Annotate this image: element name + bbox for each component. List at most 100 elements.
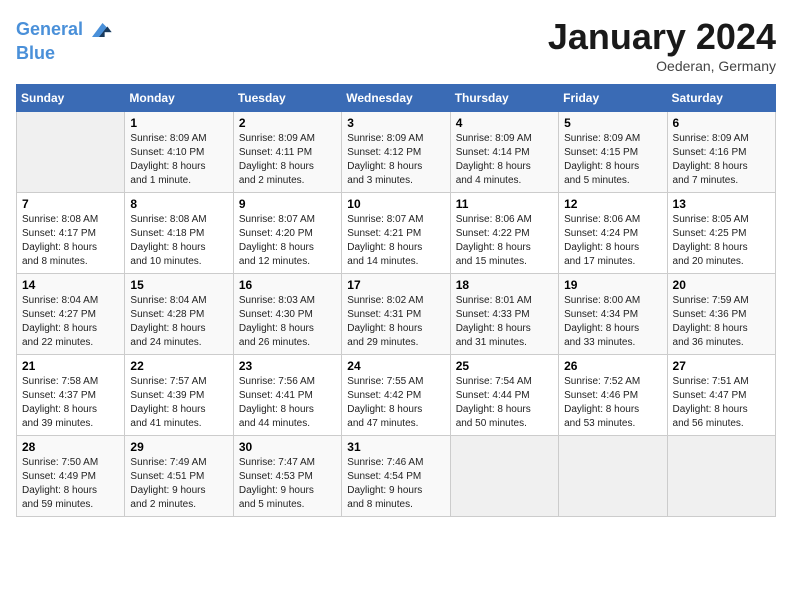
calendar-cell: 5 Sunrise: 8:09 AM Sunset: 4:15 PM Daylig… bbox=[559, 112, 667, 193]
day-info: Sunrise: 8:00 AM Sunset: 4:34 PM Dayligh… bbox=[564, 294, 661, 350]
day-number: 17 bbox=[347, 278, 444, 292]
day-info: Sunrise: 8:09 AM Sunset: 4:11 PM Dayligh… bbox=[239, 132, 336, 188]
day-info: Sunrise: 8:05 AM Sunset: 4:25 PM Dayligh… bbox=[673, 213, 770, 269]
day-number: 31 bbox=[347, 440, 444, 454]
day-number: 16 bbox=[239, 278, 336, 292]
calendar-cell: 22Sunrise: 7:57 AM Sunset: 4:39 PM Dayli… bbox=[125, 355, 233, 436]
day-header-friday: Friday bbox=[559, 85, 667, 112]
logo-text: General bbox=[16, 20, 83, 40]
day-info: Sunrise: 8:04 AM Sunset: 4:27 PM Dayligh… bbox=[22, 294, 119, 350]
logo-icon bbox=[85, 16, 113, 44]
day-header-thursday: Thursday bbox=[450, 85, 558, 112]
day-info: Sunrise: 7:54 AM Sunset: 4:44 PM Dayligh… bbox=[456, 375, 553, 431]
day-number: 7 bbox=[22, 197, 119, 211]
day-info: Sunrise: 8:06 AM Sunset: 4:24 PM Dayligh… bbox=[564, 213, 661, 269]
day-info: Sunrise: 8:01 AM Sunset: 4:33 PM Dayligh… bbox=[456, 294, 553, 350]
day-info: Sunrise: 7:59 AM Sunset: 4:36 PM Dayligh… bbox=[673, 294, 770, 350]
location: Oederan, Germany bbox=[548, 58, 776, 74]
day-info: Sunrise: 7:55 AM Sunset: 4:42 PM Dayligh… bbox=[347, 375, 444, 431]
day-info: Sunrise: 8:09 AM Sunset: 4:15 PM Dayligh… bbox=[564, 132, 661, 188]
day-info: Sunrise: 7:49 AM Sunset: 4:51 PM Dayligh… bbox=[130, 456, 227, 512]
day-number: 5 bbox=[564, 116, 661, 130]
day-info: Sunrise: 8:09 AM Sunset: 4:12 PM Dayligh… bbox=[347, 132, 444, 188]
day-number: 2 bbox=[239, 116, 336, 130]
calendar-cell: 17 Sunrise: 8:02 AM Sunset: 4:31 PM Dayli… bbox=[342, 274, 450, 355]
day-number: 28 bbox=[22, 440, 119, 454]
day-info: Sunrise: 7:52 AM Sunset: 4:46 PM Dayligh… bbox=[564, 375, 661, 431]
day-info: Sunrise: 8:08 AM Sunset: 4:18 PM Dayligh… bbox=[130, 213, 227, 269]
calendar-cell: 20 Sunrise: 7:59 AM Sunset: 4:36 PM Dayli… bbox=[667, 274, 775, 355]
calendar-cell bbox=[667, 436, 775, 517]
calendar-cell: 19 Sunrise: 8:00 AM Sunset: 4:34 PM Dayli… bbox=[559, 274, 667, 355]
day-number: 10 bbox=[347, 197, 444, 211]
calendar-cell: 1Sunrise: 8:09 AM Sunset: 4:10 PM Daylig… bbox=[125, 112, 233, 193]
calendar-cell: 4 Sunrise: 8:09 AM Sunset: 4:14 PM Daylig… bbox=[450, 112, 558, 193]
day-info: Sunrise: 7:46 AM Sunset: 4:54 PM Dayligh… bbox=[347, 456, 444, 512]
day-number: 21 bbox=[22, 359, 119, 373]
day-header-saturday: Saturday bbox=[667, 85, 775, 112]
day-number: 19 bbox=[564, 278, 661, 292]
calendar-cell: 15 Sunrise: 8:04 AM Sunset: 4:28 PM Dayli… bbox=[125, 274, 233, 355]
day-number: 23 bbox=[239, 359, 336, 373]
day-info: Sunrise: 8:09 AM Sunset: 4:14 PM Dayligh… bbox=[456, 132, 553, 188]
day-number: 6 bbox=[673, 116, 770, 130]
calendar-cell bbox=[450, 436, 558, 517]
day-info: Sunrise: 8:08 AM Sunset: 4:17 PM Dayligh… bbox=[22, 213, 119, 269]
day-info: Sunrise: 8:03 AM Sunset: 4:30 PM Dayligh… bbox=[239, 294, 336, 350]
calendar-cell: 25 Sunrise: 7:54 AM Sunset: 4:44 PM Dayli… bbox=[450, 355, 558, 436]
day-info: Sunrise: 8:09 AM Sunset: 4:16 PM Dayligh… bbox=[673, 132, 770, 188]
day-header-wednesday: Wednesday bbox=[342, 85, 450, 112]
day-info: Sunrise: 7:50 AM Sunset: 4:49 PM Dayligh… bbox=[22, 456, 119, 512]
calendar-cell: 26 Sunrise: 7:52 AM Sunset: 4:46 PM Dayli… bbox=[559, 355, 667, 436]
calendar-cell: 8 Sunrise: 8:08 AM Sunset: 4:18 PM Daylig… bbox=[125, 193, 233, 274]
day-number: 29 bbox=[130, 440, 227, 454]
calendar-cell bbox=[559, 436, 667, 517]
day-number: 9 bbox=[239, 197, 336, 211]
day-info: Sunrise: 7:56 AM Sunset: 4:41 PM Dayligh… bbox=[239, 375, 336, 431]
day-number: 3 bbox=[347, 116, 444, 130]
day-number: 18 bbox=[456, 278, 553, 292]
day-number: 15 bbox=[130, 278, 227, 292]
day-number: 20 bbox=[673, 278, 770, 292]
calendar-cell: 27 Sunrise: 7:51 AM Sunset: 4:47 PM Dayli… bbox=[667, 355, 775, 436]
day-header-tuesday: Tuesday bbox=[233, 85, 341, 112]
calendar-cell: 31 Sunrise: 7:46 AM Sunset: 4:54 PM Dayli… bbox=[342, 436, 450, 517]
day-info: Sunrise: 8:07 AM Sunset: 4:21 PM Dayligh… bbox=[347, 213, 444, 269]
calendar-cell: 3 Sunrise: 8:09 AM Sunset: 4:12 PM Daylig… bbox=[342, 112, 450, 193]
day-info: Sunrise: 8:09 AM Sunset: 4:10 PM Dayligh… bbox=[130, 132, 227, 188]
day-number: 27 bbox=[673, 359, 770, 373]
calendar-cell: 30Sunrise: 7:47 AM Sunset: 4:53 PM Dayli… bbox=[233, 436, 341, 517]
day-number: 25 bbox=[456, 359, 553, 373]
page-header: General Blue January 2024 Oederan, Germa… bbox=[16, 16, 776, 74]
calendar-cell: 6 Sunrise: 8:09 AM Sunset: 4:16 PM Daylig… bbox=[667, 112, 775, 193]
calendar-cell: 28 Sunrise: 7:50 AM Sunset: 4:49 PM Dayli… bbox=[17, 436, 125, 517]
day-number: 12 bbox=[564, 197, 661, 211]
day-info: Sunrise: 8:04 AM Sunset: 4:28 PM Dayligh… bbox=[130, 294, 227, 350]
day-info: Sunrise: 7:51 AM Sunset: 4:47 PM Dayligh… bbox=[673, 375, 770, 431]
day-number: 13 bbox=[673, 197, 770, 211]
calendar-cell: 23 Sunrise: 7:56 AM Sunset: 4:41 PM Dayli… bbox=[233, 355, 341, 436]
logo-blue-text: Blue bbox=[16, 44, 113, 64]
calendar-cell: 18 Sunrise: 8:01 AM Sunset: 4:33 PM Dayli… bbox=[450, 274, 558, 355]
calendar-table: SundayMondayTuesdayWednesdayThursdayFrid… bbox=[16, 84, 776, 517]
day-info: Sunrise: 7:47 AM Sunset: 4:53 PM Dayligh… bbox=[239, 456, 336, 512]
calendar-cell: 9 Sunrise: 8:07 AM Sunset: 4:20 PM Daylig… bbox=[233, 193, 341, 274]
calendar-cell: 24Sunrise: 7:55 AM Sunset: 4:42 PM Dayli… bbox=[342, 355, 450, 436]
calendar-cell: 10 Sunrise: 8:07 AM Sunset: 4:21 PM Dayli… bbox=[342, 193, 450, 274]
day-header-sunday: Sunday bbox=[17, 85, 125, 112]
day-info: Sunrise: 7:58 AM Sunset: 4:37 PM Dayligh… bbox=[22, 375, 119, 431]
day-number: 4 bbox=[456, 116, 553, 130]
calendar-cell: 12 Sunrise: 8:06 AM Sunset: 4:24 PM Dayli… bbox=[559, 193, 667, 274]
day-number: 11 bbox=[456, 197, 553, 211]
day-number: 26 bbox=[564, 359, 661, 373]
day-info: Sunrise: 8:06 AM Sunset: 4:22 PM Dayligh… bbox=[456, 213, 553, 269]
day-number: 8 bbox=[130, 197, 227, 211]
day-info: Sunrise: 8:07 AM Sunset: 4:20 PM Dayligh… bbox=[239, 213, 336, 269]
month-title: January 2024 bbox=[548, 16, 776, 58]
day-header-monday: Monday bbox=[125, 85, 233, 112]
calendar-cell: 7 Sunrise: 8:08 AM Sunset: 4:17 PM Daylig… bbox=[17, 193, 125, 274]
day-info: Sunrise: 8:02 AM Sunset: 4:31 PM Dayligh… bbox=[347, 294, 444, 350]
calendar-cell: 16 Sunrise: 8:03 AM Sunset: 4:30 PM Dayli… bbox=[233, 274, 341, 355]
calendar-cell: 14 Sunrise: 8:04 AM Sunset: 4:27 PM Dayli… bbox=[17, 274, 125, 355]
day-number: 14 bbox=[22, 278, 119, 292]
